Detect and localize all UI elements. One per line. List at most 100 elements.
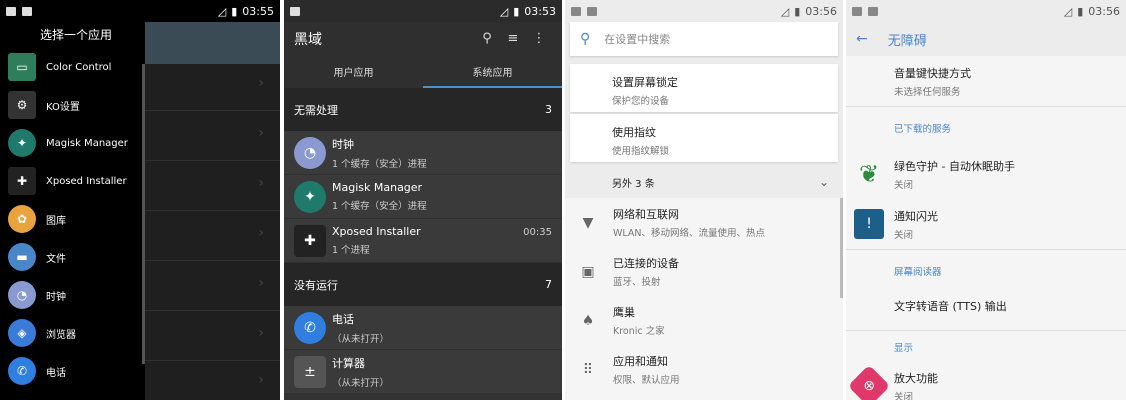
section-title: 无需处理 bbox=[294, 103, 338, 117]
back-arrow-icon[interactable]: ← bbox=[856, 31, 868, 47]
gear-icon: ⚙ bbox=[8, 91, 36, 119]
divider bbox=[145, 310, 280, 311]
signal-icon: ◿ bbox=[499, 4, 509, 18]
pref-title: 放大功能 bbox=[894, 371, 938, 385]
settings-item[interactable]: ⠿ 应用和通知权限、默认应用 bbox=[565, 345, 843, 394]
settings-list: ▼ 网络和互联网 WLAN、移动网络、流量使用、热点 ▣ 已连接的设备 蓝牙、投射 ♠ 鹰巢 K… bbox=[565, 198, 843, 400]
drawer-app-item[interactable]: ⚙ KO设置 bbox=[0, 86, 145, 124]
magisk-icon: ✦ bbox=[8, 129, 36, 157]
accessibility-screen: ◿ ▮ 03:56 ← 无障碍 音量键快捷方式 未选择任何服务 已下载的服务 ❦… bbox=[846, 0, 1126, 400]
status-bar: ◿ ▮ 03:53 bbox=[284, 0, 562, 22]
search-icon[interactable]: ⚲ bbox=[474, 31, 500, 46]
settings-item-title: 应用和通知 bbox=[613, 355, 668, 368]
more-suggestions[interactable]: 另外 3 条 ⌄ bbox=[565, 168, 843, 196]
tab-user-apps[interactable]: 用户应用 bbox=[284, 55, 423, 88]
chevron-right-icon: › bbox=[258, 125, 264, 141]
magnify-icon: ⊕ bbox=[847, 364, 891, 400]
drawer-app-item[interactable]: ◈ 浏览器 bbox=[0, 314, 145, 352]
drawer-app-item[interactable]: ▭ Color Control bbox=[0, 48, 145, 86]
app-row-text: 计算器 （从未打开） bbox=[332, 355, 552, 389]
section-header: 没有运行 7 bbox=[284, 263, 562, 306]
background-toolbar bbox=[145, 22, 280, 64]
drawer-app-item[interactable]: ✦ Magisk Manager bbox=[0, 124, 145, 162]
app-row-text: 电话 （从未打开） bbox=[332, 311, 552, 345]
suggestion-card[interactable]: 设置屏幕锁定 保护您的设备 bbox=[570, 64, 838, 112]
drawer-scrollbar[interactable] bbox=[142, 64, 145, 364]
phone-icon: ✆ bbox=[294, 311, 326, 344]
app-process-info: （从未打开） bbox=[332, 377, 390, 389]
drawer-app-label: 浏览器 bbox=[46, 329, 76, 341]
battery-icon: ▮ bbox=[513, 4, 520, 18]
status-time: 03:53 bbox=[524, 4, 556, 18]
tts-output-pref[interactable]: 文字转语音 (TTS) 输出 bbox=[846, 292, 1126, 320]
settings-item-summary: WLAN、移动网络、流量使用、热点 bbox=[613, 228, 766, 239]
magnification-pref[interactable]: ⊕ 放大功能 关闭 bbox=[846, 363, 1126, 400]
chevron-down-icon: ⌄ bbox=[818, 175, 829, 189]
app-row[interactable]: ✚ Xposed Installer 1 个进程 00:35 bbox=[284, 219, 562, 263]
category-display: 显示 bbox=[894, 343, 914, 354]
blackhole-screen: ◿ ▮ 03:53 黑域 ⚲ ≡ ⋮ 用户应用 系统应用 无需处理 3 ◔ 时钟 1 个缓… bbox=[284, 0, 562, 400]
settings-search-bar[interactable]: ⚲ 在设置中搜索 bbox=[570, 22, 838, 56]
suggestion-card[interactable]: 使用指纹 使用指纹解锁 bbox=[570, 114, 838, 162]
card-summary: 保护您的设备 bbox=[612, 96, 670, 107]
pref-summary: 未选择任何服务 bbox=[894, 86, 961, 98]
accessibility-service[interactable]: ❦ 绿色守护 - 自动休眠助手 关闭 bbox=[846, 149, 1126, 199]
app-row[interactable]: ± 计算器 （从未打开） bbox=[284, 350, 562, 394]
drawer-app-item[interactable]: ✆ 电话 bbox=[0, 352, 145, 390]
app-row[interactable]: ✦ Magisk Manager 1 个缓存（安全）进程 bbox=[284, 175, 562, 219]
section-count: 7 bbox=[545, 278, 552, 291]
apps-grid-icon: ⠿ bbox=[582, 361, 594, 378]
drawer-app-item[interactable]: ✿ 图库 bbox=[0, 200, 145, 238]
folder-icon: ▬ bbox=[8, 243, 36, 271]
scrollbar[interactable] bbox=[840, 198, 843, 298]
settings-item[interactable]: ▼ 网络和互联网 WLAN、移动网络、流量使用、热点 bbox=[565, 198, 843, 247]
section-title: 没有运行 bbox=[294, 278, 338, 292]
settings-item[interactable]: ♠ 鹰巢 Kronic 之家 bbox=[565, 296, 843, 345]
search-placeholder: 在设置中搜索 bbox=[604, 33, 671, 46]
settings-item-text: 鹰巢 Kronic 之家 bbox=[613, 304, 665, 337]
battery-icon: ▮ bbox=[794, 4, 801, 18]
more-options-icon[interactable]: ⋮ bbox=[526, 31, 552, 46]
divider bbox=[145, 260, 280, 261]
drawer-app-label: 文件 bbox=[46, 253, 66, 265]
toolbar: ← 无障碍 bbox=[846, 22, 1126, 56]
settings-item[interactable]: ▣ 已连接的设备 蓝牙、投射 bbox=[565, 247, 843, 296]
settings-screen: ◿ ▮ 03:56 ⚲ 在设置中搜索 设置屏幕锁定 保护您的设备 使用指纹 使用指纹解… bbox=[565, 0, 843, 400]
drawer-app-label: 时钟 bbox=[46, 291, 66, 303]
notification-icon bbox=[22, 6, 32, 16]
app-row[interactable]: ◔ 时钟 1 个缓存（安全）进程 bbox=[284, 131, 562, 175]
service-title: 绿色守护 - 自动休眠助手 bbox=[894, 159, 1015, 173]
service-text: 通知闪光 关闭 bbox=[894, 208, 938, 241]
drawer-app-label: 电话 bbox=[46, 367, 66, 379]
accessibility-service[interactable]: ! 通知闪光 关闭 bbox=[846, 199, 1126, 249]
divider bbox=[145, 360, 280, 361]
xposed-icon: ✚ bbox=[294, 224, 326, 257]
section-header: 无需处理 3 bbox=[284, 88, 562, 131]
search-icon: ⚲ bbox=[580, 31, 591, 47]
pref-title: 音量键快捷方式 bbox=[894, 66, 971, 80]
section-count: 3 bbox=[545, 103, 552, 116]
drawer-app-item[interactable]: ◔ 时钟 bbox=[0, 276, 145, 314]
nest-icon: ♠ bbox=[581, 312, 595, 329]
chevron-right-icon: › bbox=[258, 372, 264, 388]
app-drawer: 选择一个应用 ▭ Color Control ⚙ KO设置 ✦ Magisk Manage… bbox=[0, 22, 145, 400]
settings-item-summary: 权限、默认应用 bbox=[613, 375, 680, 386]
settings-item-text: 应用和通知权限、默认应用 bbox=[613, 353, 680, 386]
card-summary: 使用指纹解锁 bbox=[612, 146, 670, 157]
tab-system-apps[interactable]: 系统应用 bbox=[423, 55, 562, 88]
signal-icon: ◿ bbox=[780, 4, 790, 18]
drawer-app-item[interactable]: ▬ 文件 bbox=[0, 238, 145, 276]
toolbar: 黑域 ⚲ ≡ ⋮ bbox=[284, 22, 562, 55]
sort-icon[interactable]: ≡ bbox=[500, 31, 526, 46]
pref-title: 文字转语音 (TTS) 输出 bbox=[894, 300, 1007, 313]
app-row[interactable]: ✆ 电话 （从未打开） bbox=[284, 306, 562, 350]
service-status: 关闭 bbox=[894, 229, 914, 241]
drawer-app-item[interactable]: ✚ Xposed Installer bbox=[0, 162, 145, 200]
notification-icon bbox=[571, 6, 581, 16]
divider bbox=[145, 160, 280, 161]
pref-summary: 关闭 bbox=[894, 391, 914, 400]
volume-shortcut-pref[interactable]: 音量键快捷方式 未选择任何服务 bbox=[846, 56, 1126, 106]
settings-item-title: 网络和互联网 bbox=[613, 208, 679, 221]
greenify-leaf-icon: ❦ bbox=[858, 160, 880, 188]
clock-icon: ◔ bbox=[294, 136, 326, 169]
